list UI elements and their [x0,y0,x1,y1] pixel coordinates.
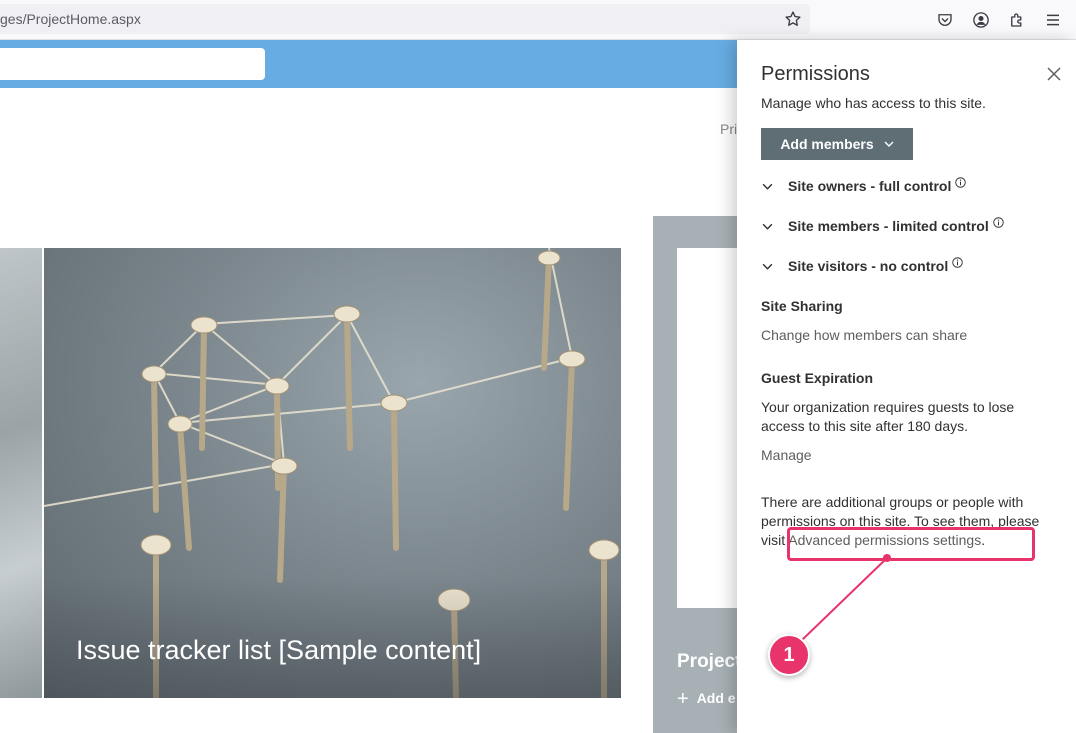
hero-tile-issue-tracker[interactable]: Issue tracker list [Sample content] [44,248,621,698]
group-label: Site visitors - no control [788,258,949,274]
group-site-members[interactable]: Site members - limited control [761,214,1005,238]
bookmark-star-icon[interactable] [782,8,804,30]
hero-tile-project-title[interactable]: Project [677,651,741,673]
hero-tile-project-image [677,248,737,608]
group-site-owners[interactable]: Site owners - full control [761,174,967,198]
add-event-button[interactable]: + Add e [677,688,736,711]
add-members-label: Add members [780,136,874,152]
group-label: Site members - limited control [788,218,989,234]
info-icon[interactable] [955,177,967,189]
group-site-visitors[interactable]: Site visitors - no control [761,254,964,278]
site-home-page: Pri Issue tracker list [Sample content] … [0,88,741,733]
callout-badge: 1 [768,634,810,676]
site-sharing-heading: Site Sharing [761,298,843,314]
hero-tile-left[interactable] [0,248,42,698]
panel-description: Manage who has access to this site. [761,95,986,111]
callout-highlight [787,527,1035,561]
account-icon[interactable] [970,9,992,31]
pocket-icon[interactable] [934,9,956,31]
chevron-down-icon[interactable] [761,260,773,272]
chevron-down-icon[interactable] [761,220,773,232]
close-button[interactable] [1044,64,1064,84]
info-icon[interactable] [952,257,964,269]
address-bar[interactable]: ges/ProjectHome.aspx [0,4,810,34]
manage-link[interactable]: Manage [761,447,812,463]
plus-icon: + [677,688,689,710]
chevron-down-icon [884,141,894,147]
hero-tile-title[interactable]: Issue tracker list [Sample content] [76,635,481,666]
browser-toolbar: ges/ProjectHome.aspx [0,0,1076,40]
panel-title: Permissions [761,63,870,85]
chevron-down-icon[interactable] [761,180,773,192]
group-label: Site owners - full control [788,178,952,194]
guest-expiration-heading: Guest Expiration [761,370,874,386]
close-icon [1047,67,1061,81]
add-members-button[interactable]: Add members [761,128,913,160]
extensions-icon[interactable] [1006,9,1028,31]
change-sharing-link[interactable]: Change how members can share [761,327,967,343]
site-nav-link[interactable]: Pri [720,121,737,137]
address-url[interactable]: ges/ProjectHome.aspx [0,11,141,27]
suite-bar [0,40,737,88]
permissions-panel: Permissions Manage who has access to thi… [737,40,1076,733]
add-event-label: Add e [696,690,736,706]
guest-expiration-text: Your organization requires guests to los… [761,399,1015,434]
search-input[interactable] [0,48,265,80]
hero-tile-project[interactable]: Project + Add e [653,216,741,733]
menu-icon[interactable] [1042,9,1064,31]
info-icon[interactable] [992,217,1005,229]
